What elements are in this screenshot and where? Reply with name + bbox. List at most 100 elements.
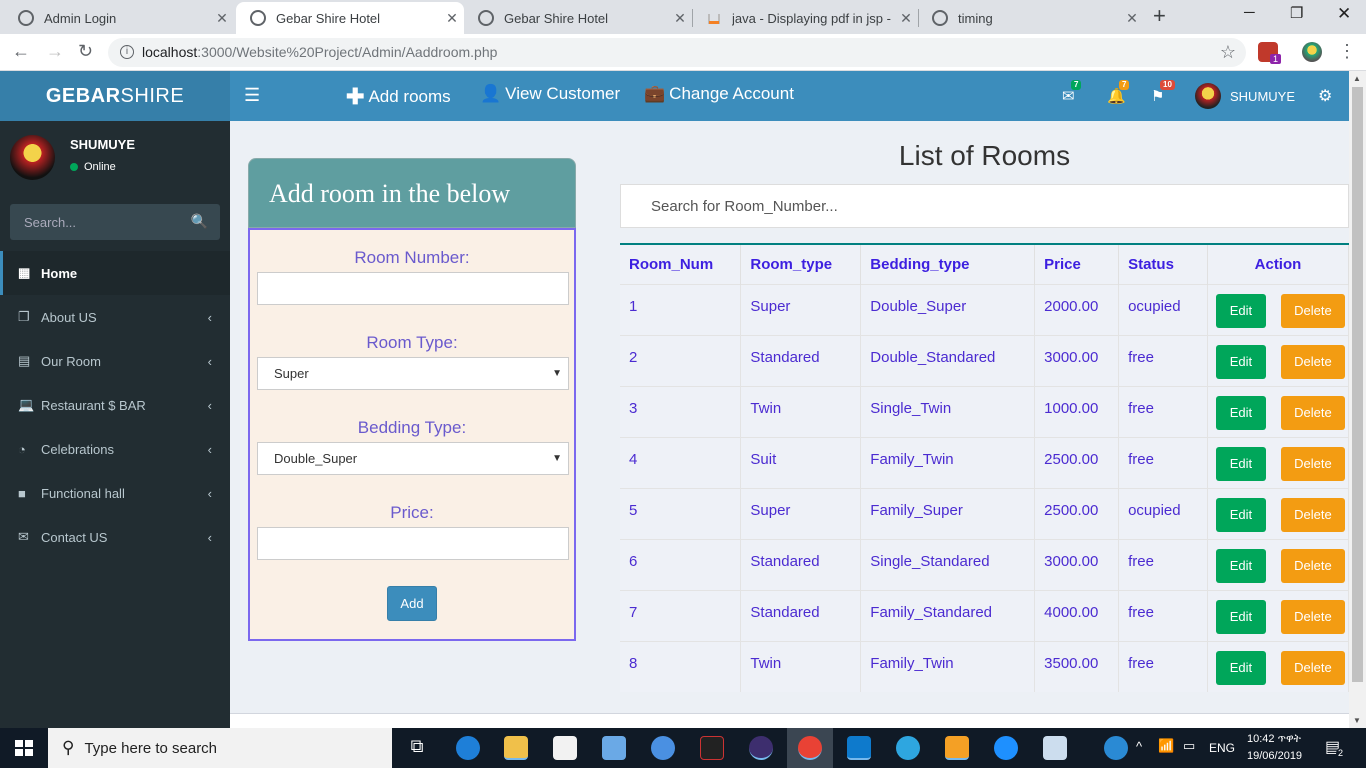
col-action: Action bbox=[1207, 243, 1350, 284]
delete-button[interactable]: Delete bbox=[1280, 344, 1345, 379]
edit-button[interactable]: Edit bbox=[1215, 395, 1266, 430]
edit-button[interactable]: Edit bbox=[1215, 548, 1266, 583]
room-type-select[interactable]: Super ▼ bbox=[257, 357, 569, 390]
bell-icon[interactable]: 🔔 7 bbox=[1107, 80, 1130, 105]
edit-button[interactable]: Edit bbox=[1215, 497, 1266, 532]
vscode-icon[interactable] bbox=[847, 736, 871, 760]
edit-button[interactable]: Edit bbox=[1215, 599, 1266, 634]
info-icon[interactable]: i bbox=[120, 45, 134, 59]
add-button[interactable]: Add bbox=[387, 586, 437, 621]
delete-button[interactable]: Delete bbox=[1280, 395, 1345, 430]
cell-room-num: 4 bbox=[620, 436, 742, 488]
telegram-icon[interactable] bbox=[896, 736, 920, 760]
edit-button[interactable]: Edit bbox=[1215, 650, 1266, 685]
browser-tab[interactable]: timing ✕ bbox=[918, 2, 1144, 34]
nav-add-rooms[interactable]: ✚ Add rooms bbox=[346, 84, 451, 110]
delete-button[interactable]: Delete bbox=[1280, 293, 1345, 328]
internet-explorer-icon[interactable] bbox=[994, 736, 1018, 760]
edit-button[interactable]: Edit bbox=[1215, 446, 1266, 481]
sidebar-item-functional-hall[interactable]: ■ Functional hall ‹ bbox=[0, 471, 230, 515]
photos-icon[interactable] bbox=[1043, 736, 1067, 760]
sidebar-item-contact-us[interactable]: ✉ Contact US ‹ bbox=[0, 515, 230, 559]
delete-button[interactable]: Delete bbox=[1280, 446, 1345, 481]
room-search-input[interactable] bbox=[621, 186, 1348, 226]
search-icon[interactable]: 🔍 bbox=[191, 213, 208, 230]
sidebar-item-celebrations[interactable]: ◔ Celebrations ‹ bbox=[0, 427, 230, 471]
edit-button[interactable]: Edit bbox=[1215, 293, 1266, 328]
scrollbar-thumb[interactable] bbox=[1352, 87, 1363, 682]
table-row: 2 Standared Double_Standared 3000.00 free Edi… bbox=[620, 334, 1350, 386]
sidebar-item-our-room[interactable]: ▤ Our Room ‹ bbox=[0, 339, 230, 383]
mail-icon[interactable]: ✉ 7 bbox=[1062, 80, 1082, 105]
cell-room-num: 1 bbox=[620, 283, 742, 335]
reload-icon[interactable]: ↻ bbox=[78, 41, 93, 62]
sublime-icon[interactable] bbox=[945, 736, 969, 760]
menu-kebab-icon[interactable]: ⋮ bbox=[1338, 41, 1356, 62]
nav-view-customer[interactable]: 👤 View Customer bbox=[480, 84, 620, 104]
bedding-type-select[interactable]: Double_Super ▼ bbox=[257, 442, 569, 475]
task-view-icon[interactable]: ⧉ bbox=[405, 736, 429, 760]
browser-tab[interactable]: Admin Login ✕ bbox=[4, 2, 234, 34]
language-indicator[interactable]: ENG bbox=[1209, 741, 1235, 755]
chevron-left-icon: ‹ bbox=[207, 485, 212, 501]
wifi-icon[interactable]: 📶 bbox=[1158, 738, 1174, 754]
sidebar-item-home[interactable]: ▦ Home bbox=[0, 251, 230, 295]
clock-date[interactable]: 19/06/2019 bbox=[1247, 750, 1302, 762]
scroll-down-icon[interactable]: ▼ bbox=[1353, 716, 1361, 725]
chrome-canary-icon[interactable] bbox=[651, 736, 675, 760]
minimize-icon[interactable]: ─ bbox=[1244, 4, 1255, 21]
room-number-input[interactable] bbox=[257, 272, 569, 305]
form-title: Add room in the below bbox=[248, 158, 576, 228]
profile-avatar[interactable] bbox=[1302, 42, 1322, 62]
help-icon[interactable] bbox=[1104, 736, 1128, 760]
price-label: Price: bbox=[390, 503, 434, 522]
header-username[interactable]: SHUMUYE bbox=[1230, 89, 1295, 104]
page-scrollbar[interactable]: ▲ ▼ bbox=[1349, 71, 1366, 728]
delete-button[interactable]: Delete bbox=[1280, 650, 1345, 685]
logo[interactable]: GEBARSHIRE bbox=[0, 71, 230, 121]
browser-tab[interactable]: Gebar Shire Hotel ✕ bbox=[464, 2, 692, 34]
clock-time[interactable]: 10:42 ጥዋት bbox=[1247, 733, 1301, 746]
delete-button[interactable]: Delete bbox=[1280, 599, 1345, 634]
user-avatar[interactable] bbox=[1195, 83, 1221, 109]
sidebar-item-about-us[interactable]: ❐ About US ‹ bbox=[0, 295, 230, 339]
restore-icon[interactable]: ❐ bbox=[1290, 4, 1303, 22]
url-field[interactable]: i localhost:3000/Website%20Project/Admin… bbox=[108, 38, 1246, 67]
close-icon[interactable]: ✕ bbox=[668, 10, 692, 27]
delete-button[interactable]: Delete bbox=[1280, 497, 1345, 532]
bookmark-star-icon[interactable]: ☆ bbox=[1220, 38, 1236, 67]
cell-status: ocupied bbox=[1118, 283, 1208, 335]
new-tab-icon[interactable]: + bbox=[1153, 3, 1166, 29]
sidebar-item-restaurant[interactable]: 💻 Restaurant $ BAR ‹ bbox=[0, 383, 230, 427]
edge-icon[interactable] bbox=[456, 736, 480, 760]
eclipse-icon[interactable] bbox=[749, 736, 773, 760]
forward-icon[interactable]: → bbox=[46, 41, 64, 62]
taskbar-search[interactable]: ⚲ Type here to search bbox=[48, 728, 392, 768]
price-input[interactable] bbox=[257, 527, 569, 560]
virtualbox-icon[interactable] bbox=[602, 736, 626, 760]
table-row: 6 Standared Single_Standared 3000.00 free Edi… bbox=[620, 538, 1350, 590]
browser-tab-active[interactable]: Gebar Shire Hotel ✕ bbox=[236, 2, 464, 34]
close-icon[interactable]: ✕ bbox=[440, 10, 464, 27]
sidebar-search-input[interactable] bbox=[10, 204, 180, 240]
gears-icon[interactable]: ⚙ bbox=[1318, 86, 1332, 106]
back-icon[interactable]: ← bbox=[12, 41, 30, 62]
intellij-icon[interactable] bbox=[700, 736, 724, 760]
hamburger-icon[interactable]: ☰ bbox=[244, 85, 260, 106]
chrome-icon[interactable] bbox=[798, 736, 822, 760]
edit-button[interactable]: Edit bbox=[1215, 344, 1266, 379]
store-icon[interactable] bbox=[553, 736, 577, 760]
close-icon[interactable]: ✕ bbox=[1120, 10, 1144, 27]
file-explorer-icon[interactable] bbox=[504, 736, 528, 760]
scroll-up-icon[interactable]: ▲ bbox=[1353, 74, 1361, 83]
delete-button[interactable]: Delete bbox=[1280, 548, 1345, 583]
nav-change-account[interactable]: 💼 Change Account bbox=[644, 84, 794, 104]
flag-icon[interactable]: ⚑ 10 bbox=[1151, 80, 1175, 105]
battery-icon[interactable]: ▭ bbox=[1183, 738, 1195, 754]
window-close-icon[interactable]: ✕ bbox=[1337, 4, 1351, 24]
browser-tab[interactable]: java - Displaying pdf in jsp - St ✕ bbox=[692, 2, 918, 34]
tray-chevron-icon[interactable]: ^ bbox=[1136, 739, 1142, 754]
close-icon[interactable]: ✕ bbox=[894, 10, 918, 27]
close-icon[interactable]: ✕ bbox=[210, 10, 234, 27]
windows-start-icon[interactable] bbox=[15, 740, 33, 756]
